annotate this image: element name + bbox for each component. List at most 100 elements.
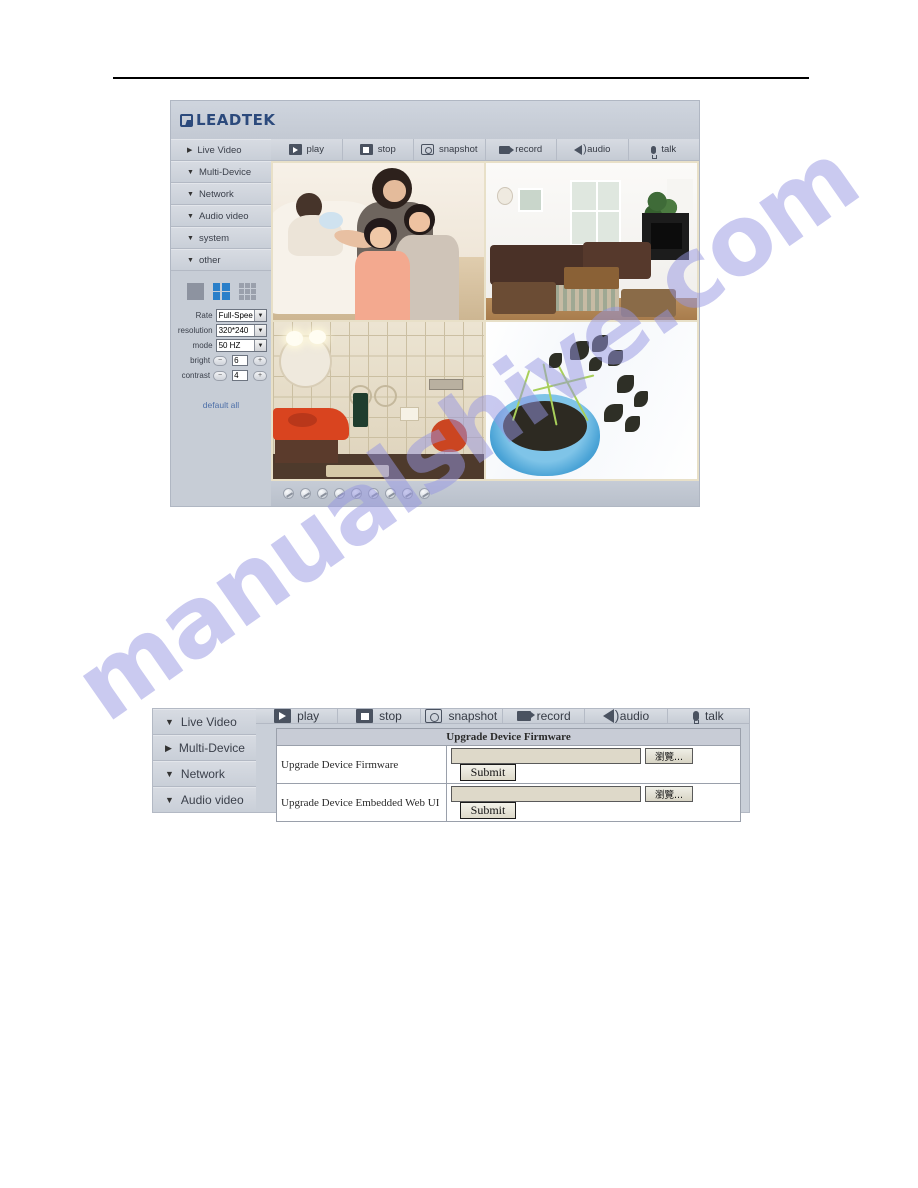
resolution-value: 320*240 xyxy=(218,326,249,335)
bright-row: bright − 6 + xyxy=(175,354,267,367)
ptz-button[interactable] xyxy=(385,488,396,499)
camera-cell-bath[interactable] xyxy=(273,322,484,479)
bright-decrease-button[interactable]: − xyxy=(213,355,228,366)
sidebar-item-label: Network xyxy=(198,188,234,200)
sidebar-item-audio-video[interactable]: ▼ Audio video xyxy=(171,205,271,227)
contrast-label: contrast xyxy=(181,371,211,380)
chevron-down-icon: ▼ xyxy=(187,234,194,242)
record-button[interactable]: record xyxy=(503,709,586,723)
snapshot-button[interactable]: snapshot xyxy=(421,709,503,723)
nine-view-icon[interactable] xyxy=(238,283,256,300)
mode-value: 50 HZ xyxy=(218,341,241,350)
ptz-button[interactable] xyxy=(402,488,413,499)
sidebar-item-label: Multi-Device xyxy=(178,741,245,755)
snapshot-icon xyxy=(420,144,434,155)
contrast-increase-button[interactable]: + xyxy=(253,370,267,381)
rate-value: Full-Spee xyxy=(218,311,253,320)
ptz-button[interactable] xyxy=(283,488,294,499)
sidebar-item-live-video[interactable]: ▼ Live Video xyxy=(153,709,256,735)
resolution-label: resolution xyxy=(177,326,213,335)
camera-cell-plant[interactable] xyxy=(486,322,697,479)
webui-row-field: 瀏覽... Submit xyxy=(446,783,741,822)
chevron-down-icon: ▼ xyxy=(187,256,194,264)
chevron-down-icon: ▼ xyxy=(165,716,174,727)
camera-cell-living[interactable] xyxy=(486,163,697,320)
leadtek-logo: LEADTEK xyxy=(180,111,275,129)
sidebar-item-multi-device[interactable]: ▼ Multi-Device xyxy=(171,161,271,183)
sidebar-item-system[interactable]: ▼ system xyxy=(171,227,271,249)
resolution-select[interactable]: 320*240 ▼ xyxy=(215,324,267,337)
talk-button[interactable]: talk xyxy=(629,139,700,160)
ptz-button[interactable] xyxy=(351,488,362,499)
bottom-toolbar: play stop snapshot record audio talk xyxy=(256,707,749,724)
default-all-link[interactable]: default all xyxy=(175,400,267,410)
play-icon xyxy=(288,144,302,155)
sidebar-item-label: Live Video xyxy=(180,715,237,729)
firmware-row-label: Upgrade Device Firmware xyxy=(276,745,447,784)
video-area xyxy=(271,161,699,481)
ptz-button[interactable] xyxy=(334,488,345,499)
sidebar-item-label: Live Video xyxy=(197,144,242,156)
single-view-icon[interactable] xyxy=(186,283,204,300)
record-label: record xyxy=(515,144,543,155)
chevron-down-icon: ▼ xyxy=(187,168,194,176)
talk-button[interactable]: talk xyxy=(668,709,749,724)
video-grid xyxy=(273,163,697,479)
snapshot-label: snapshot xyxy=(448,709,498,723)
record-button[interactable]: record xyxy=(486,139,557,160)
play-label: play xyxy=(306,144,324,155)
ptz-button[interactable] xyxy=(419,488,430,499)
chevron-right-icon: ▶ xyxy=(165,742,172,753)
stop-label: stop xyxy=(379,709,402,723)
rate-select[interactable]: Full-Spee ▼ xyxy=(215,309,267,322)
webui-submit-button[interactable]: Submit xyxy=(460,802,516,819)
firmware-submit-button[interactable]: Submit xyxy=(460,764,516,781)
contrast-row: contrast − 4 + xyxy=(175,369,267,382)
record-icon xyxy=(516,711,535,721)
audio-icon xyxy=(574,143,587,155)
audio-button[interactable]: audio xyxy=(585,707,668,723)
bright-value[interactable]: 6 xyxy=(232,355,248,366)
contrast-decrease-button[interactable]: − xyxy=(213,370,228,381)
contrast-value[interactable]: 4 xyxy=(232,370,248,381)
chevron-down-icon: ▼ xyxy=(187,190,194,198)
firmware-file-input[interactable] xyxy=(451,748,641,764)
audio-button[interactable]: audio xyxy=(557,139,629,160)
webui-file-input[interactable] xyxy=(451,786,641,802)
play-icon xyxy=(274,709,292,723)
stop-label: stop xyxy=(377,144,396,155)
quad-view-icon[interactable] xyxy=(212,283,230,300)
mode-select[interactable]: 50 HZ ▼ xyxy=(215,339,267,352)
rate-row: Rate Full-Spee ▼ xyxy=(175,309,267,322)
stop-button[interactable]: stop xyxy=(338,709,421,723)
ptz-button[interactable] xyxy=(368,488,379,499)
play-button[interactable]: play xyxy=(256,709,339,723)
firmware-browse-button[interactable]: 瀏覽... xyxy=(645,748,693,764)
sidebar-item-multi-device[interactable]: ▶ Multi-Device xyxy=(153,735,256,761)
talk-label: talk xyxy=(704,709,724,723)
webui-browse-button[interactable]: 瀏覽... xyxy=(645,786,693,802)
sidebar-item-label: Network xyxy=(180,767,225,781)
play-label: play xyxy=(297,709,320,723)
brand-bar: LEADTEK xyxy=(171,101,699,139)
chevron-down-icon: ▼ xyxy=(165,768,174,779)
bottom-sidebar: ▼ Live Video ▶ Multi-Device ▼ Network ▼ … xyxy=(153,709,256,813)
sidebar-item-network[interactable]: ▼ Network xyxy=(153,761,256,787)
sidebar-item-network[interactable]: ▼ Network xyxy=(171,183,271,205)
snapshot-button[interactable]: snapshot xyxy=(414,139,486,160)
sidebar-item-audio-video[interactable]: ▼ Audio video xyxy=(153,787,256,813)
stop-icon xyxy=(356,709,374,723)
chevron-icon: ▶ xyxy=(187,146,193,154)
stop-button[interactable]: stop xyxy=(343,139,414,160)
bright-increase-button[interactable]: + xyxy=(253,355,267,366)
sidebar-item-other[interactable]: ▼ other xyxy=(171,249,271,271)
table-row: Upgrade Device Embedded Web UI 瀏覽... Subm… xyxy=(276,783,741,822)
ptz-button[interactable] xyxy=(300,488,311,499)
camera-cell-family[interactable] xyxy=(273,163,484,320)
page-header-rule xyxy=(113,77,809,79)
sidebar-item-live-video[interactable]: ▶ Live Video xyxy=(171,139,271,161)
mode-label: mode xyxy=(192,341,213,350)
play-button[interactable]: play xyxy=(271,139,343,160)
ptz-button[interactable] xyxy=(317,488,328,499)
top-toolbar: play stop snapshot record audio xyxy=(271,139,699,161)
